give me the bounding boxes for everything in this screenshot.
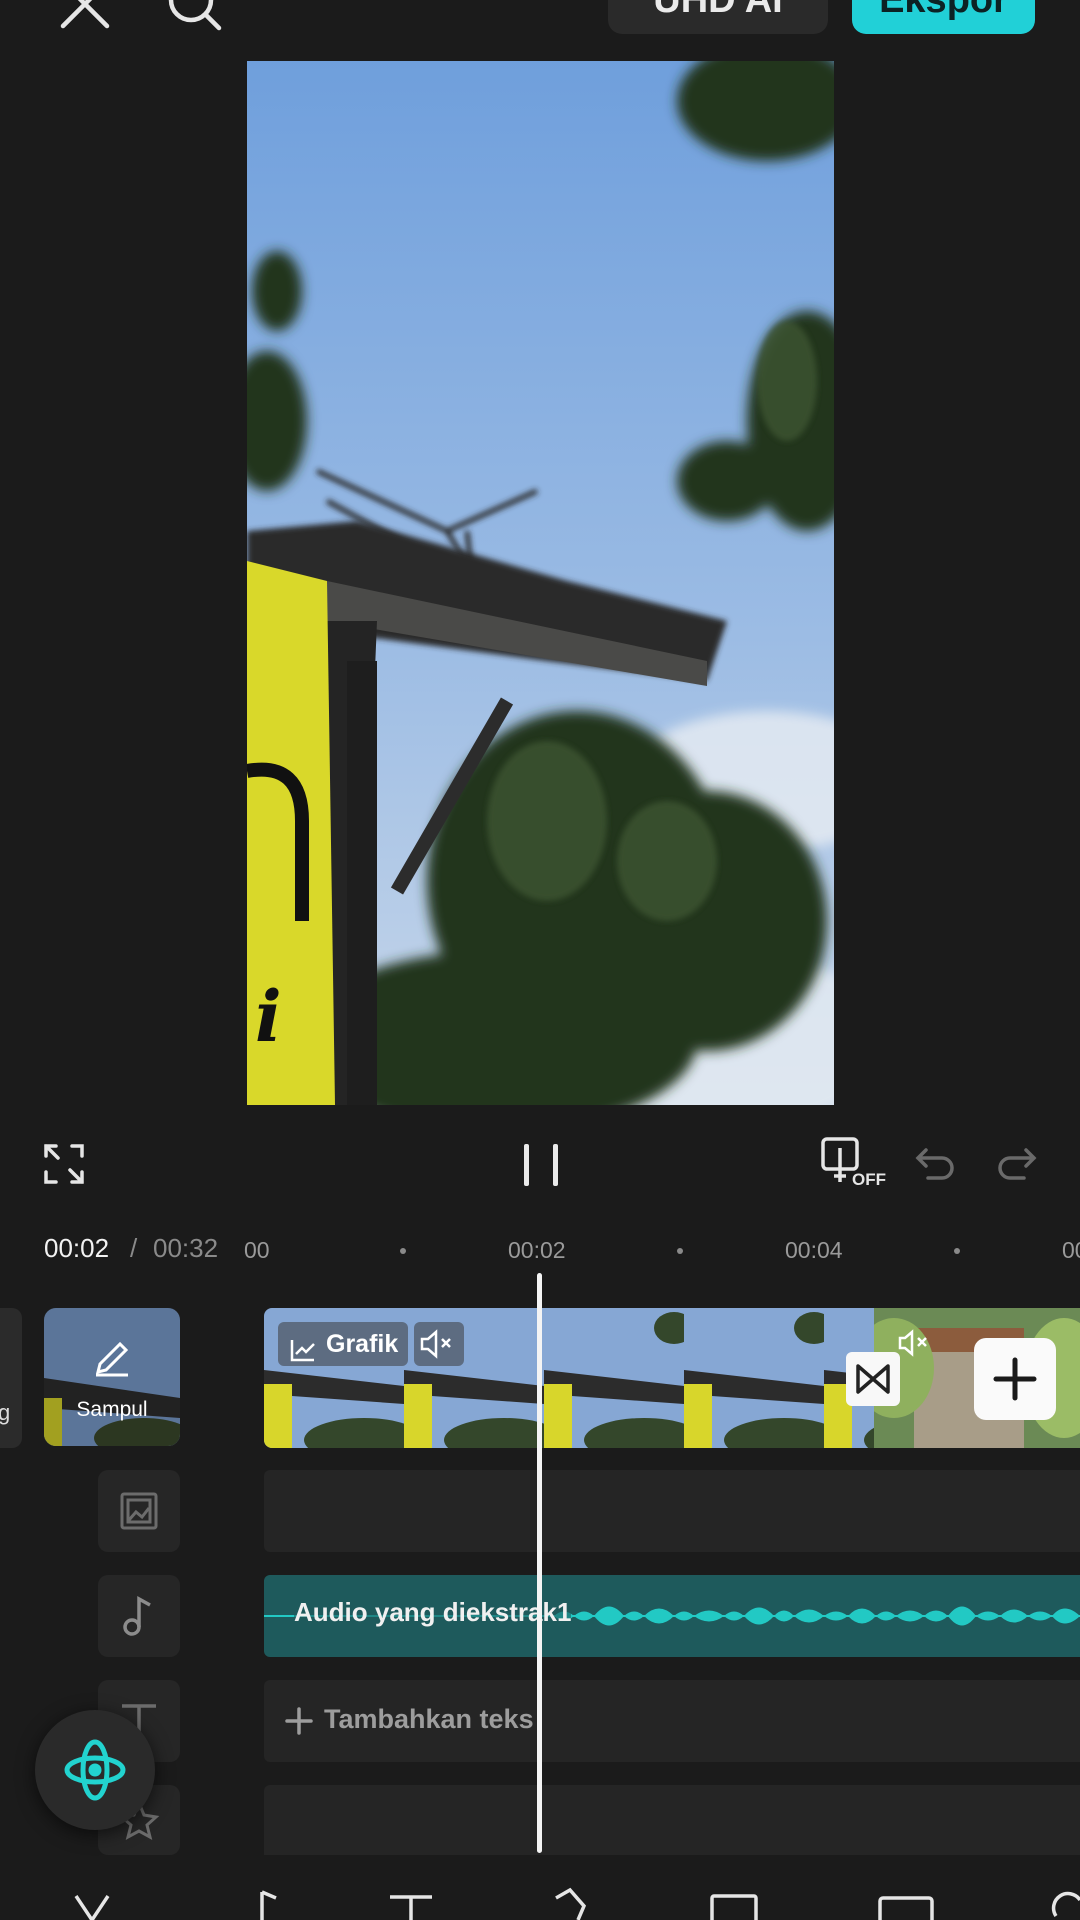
transition-icon[interactable] [846, 1352, 900, 1406]
overlay-tool-icon [710, 1894, 758, 1920]
more-tool-icon [1051, 1891, 1080, 1917]
audio-track-button[interactable] [98, 1575, 180, 1657]
playhead[interactable] [537, 1273, 542, 1853]
leading-clip-edge[interactable]: g [0, 1308, 22, 1448]
audio-clip-label: Audio yang diekstrak1 [294, 1597, 572, 1628]
overlay-track[interactable] [264, 1470, 1080, 1552]
edit-tool-icon [74, 1895, 110, 1920]
audio-tool-icon [260, 1890, 277, 1920]
plus-icon [285, 1707, 313, 1735]
ruler-label: 00:02 [508, 1237, 566, 1263]
svg-text:i: i [255, 975, 282, 1058]
pencil-icon [92, 1338, 132, 1383]
keyframe-state-label: OFF [852, 1170, 886, 1189]
total-time: 00:32 [153, 1233, 219, 1263]
mute-icon[interactable] [414, 1322, 464, 1366]
add-text-label: Tambahkan teks [324, 1704, 534, 1734]
bottom-toolbar [0, 1880, 1080, 1920]
ai-assistant-button[interactable] [35, 1710, 155, 1830]
search-icon[interactable] [165, 0, 225, 34]
graph-chip-label: Grafik [326, 1330, 399, 1358]
undo-icon[interactable] [914, 1144, 956, 1184]
current-time: 00:02 [44, 1233, 110, 1263]
overlay-icon [120, 1492, 158, 1530]
close-icon[interactable] [55, 0, 115, 34]
overlay-track-button[interactable] [98, 1470, 180, 1552]
resolution-button[interactable]: UHD AI [608, 0, 828, 34]
video-preview[interactable]: i [247, 61, 834, 1105]
music-note-icon [123, 1596, 151, 1636]
ai-sparkle-icon [64, 1739, 126, 1801]
keyframe-off-icon[interactable]: OFF [820, 1136, 886, 1192]
mute-icon[interactable] [896, 1326, 932, 1362]
effects-tool-icon [555, 1887, 587, 1920]
captions-tool-icon [878, 1896, 934, 1920]
pause-icon[interactable] [520, 1142, 562, 1188]
add-clip-button[interactable] [974, 1338, 1056, 1420]
text-tool-icon [390, 1895, 432, 1920]
export-label: Ekspor [879, 0, 1008, 21]
redo-icon[interactable] [996, 1144, 1038, 1184]
graph-chip[interactable]: Grafik [278, 1322, 409, 1366]
time-ruler[interactable]: 00:00 00:02 00:04 00:0 [242, 1230, 1080, 1270]
export-button[interactable]: Ekspor [852, 0, 1035, 34]
leading-clip-label: g [0, 1400, 11, 1425]
editor-screen: UHD AI Ekspor i OFF 00:02 / 00:32 00 00:… [0, 0, 1080, 1920]
ruler-dot [954, 1248, 960, 1254]
cover-button[interactable]: Sampul [44, 1308, 180, 1446]
video-frame [544, 1308, 684, 1448]
ruler-label: 00:0 [1062, 1237, 1080, 1263]
time-separator: / [130, 1233, 138, 1263]
video-frame [684, 1308, 824, 1448]
ruler-dot [400, 1248, 406, 1254]
ruler-label: 00:04 [785, 1237, 843, 1263]
plus-icon [993, 1357, 1037, 1401]
preview-image: i [247, 61, 834, 1105]
effects-track[interactable] [264, 1785, 1080, 1855]
graph-icon [290, 1332, 316, 1376]
add-text-track[interactable]: Tambahkan teks [264, 1680, 1080, 1762]
audio-clip[interactable]: Audio yang diekstrak1 [264, 1575, 1080, 1657]
ruler-label: 00:00 [242, 1237, 270, 1263]
resolution-label: UHD AI [653, 0, 783, 21]
fullscreen-icon[interactable] [42, 1142, 86, 1186]
ruler-dot [677, 1248, 683, 1254]
cover-label: Sampul [76, 1398, 148, 1421]
